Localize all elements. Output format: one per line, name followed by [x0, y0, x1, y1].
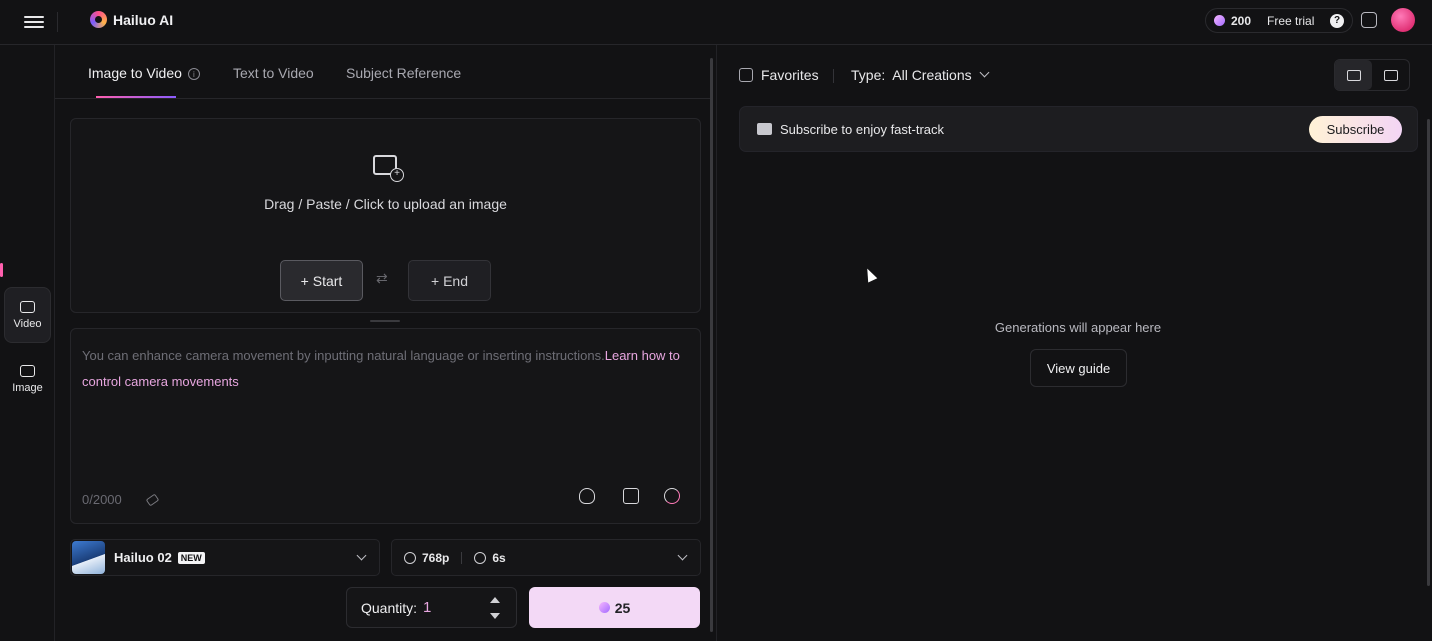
info-icon[interactable]: i	[187, 68, 200, 80]
create-panel: Image to Video i Text to Video Subject Re…	[55, 45, 713, 641]
empty-state-text: Generations will appear here	[994, 320, 1162, 335]
clock-icon	[474, 551, 487, 564]
tab-text-to-video[interactable]: Text to Video	[233, 65, 314, 81]
divider	[461, 551, 463, 564]
video-settings-selector[interactable]: 768p 6s	[391, 539, 701, 576]
view-toggle	[1334, 59, 1410, 91]
swap-icon[interactable]: ⇄	[376, 270, 388, 287]
increment-icon[interactable]	[490, 597, 500, 603]
quantity-label: Quantity:	[361, 599, 418, 616]
top-bar: Hailuo AI 200 Free trial ?	[0, 0, 1432, 45]
type-filter[interactable]: Type: All Creations	[851, 67, 990, 83]
mode-tabs: Image to Video i Text to Video Subject Re…	[55, 45, 713, 99]
camera-icon[interactable]	[623, 488, 639, 504]
tab-label: Image to Video	[88, 65, 182, 81]
generate-button[interactable]: 25	[529, 587, 700, 628]
upload-hint: Drag / Paste / Click to upload an image	[264, 196, 507, 212]
stepper-arrows[interactable]	[490, 597, 500, 619]
clear-icon[interactable]	[145, 493, 160, 507]
logo-icon	[90, 11, 107, 28]
decrement-icon[interactable]	[490, 613, 500, 619]
view-guide-button[interactable]: View guide	[1030, 349, 1127, 387]
generate-cost: 25	[614, 599, 631, 616]
new-badge: NEW	[177, 551, 205, 564]
model-name: Hailuo 02	[114, 550, 172, 565]
list-view-button[interactable]	[1335, 60, 1372, 90]
add-image-icon	[373, 155, 404, 182]
chevron-down-icon	[979, 67, 990, 77]
free-trial-link[interactable]: Free trial	[1267, 14, 1314, 28]
model-selector[interactable]: Hailuo 02 NEW	[70, 539, 380, 576]
chevron-down-icon	[677, 550, 688, 561]
side-rail: Video Image	[0, 45, 55, 641]
type-label: Type:	[851, 67, 886, 83]
image-upload-area[interactable]: Drag / Paste / Click to upload an image …	[70, 118, 701, 313]
gem-icon	[598, 602, 610, 613]
creations-panel: Favorites Type: All Creations Subscribe …	[716, 45, 1432, 641]
resolution-value: 768p	[422, 550, 450, 565]
type-value: All Creations	[892, 67, 972, 83]
rail-item-video[interactable]: Video	[4, 287, 51, 343]
help-icon[interactable]: ?	[1330, 13, 1344, 28]
menu-icon[interactable]	[24, 13, 44, 31]
char-counter: 0/2000	[82, 492, 122, 507]
rail-item-image[interactable]: Image	[4, 351, 51, 407]
rail-item-label: Image	[12, 381, 43, 394]
tab-image-to-video[interactable]: Image to Video i	[88, 65, 200, 81]
end-frame-button[interactable]: + End	[408, 260, 491, 301]
active-marker	[0, 263, 3, 277]
model-thumbnail	[72, 541, 105, 574]
scrollbar[interactable]	[1427, 119, 1430, 586]
magic-enhance-icon[interactable]	[664, 488, 680, 504]
logo-text: Hailuo AI	[113, 11, 174, 28]
active-tab-underline	[96, 96, 176, 98]
favorites-checkbox[interactable]	[739, 68, 753, 82]
favorites-label: Favorites	[761, 67, 819, 83]
divider	[57, 12, 58, 32]
bag-icon	[757, 123, 772, 135]
quantity-stepper[interactable]: Quantity: 1	[346, 587, 517, 628]
avatar[interactable]	[1391, 8, 1415, 32]
tab-subject-reference[interactable]: Subject Reference	[346, 65, 461, 81]
placeholder-text: You can enhance camera movement by input…	[82, 348, 605, 363]
chevron-down-icon	[356, 550, 367, 561]
resize-handle[interactable]	[370, 320, 400, 322]
list-view-icon	[1346, 69, 1361, 81]
gem-icon	[1214, 15, 1225, 26]
prompt-placeholder: You can enhance camera movement by input…	[82, 343, 688, 395]
image-icon	[20, 364, 35, 377]
banner-text: Subscribe to enjoy fast-track	[780, 121, 945, 137]
start-frame-button[interactable]: + Start	[280, 260, 363, 301]
panel-splitter[interactable]	[710, 58, 713, 632]
credits-pill[interactable]: 200 Free trial ?	[1205, 8, 1353, 33]
rail-item-label: Video	[13, 317, 42, 330]
resolution-icon	[404, 551, 416, 564]
credits-count: 200	[1231, 13, 1252, 28]
divider	[833, 69, 834, 83]
bulb-icon[interactable]	[579, 488, 595, 504]
duration-value: 6s	[492, 550, 506, 565]
split-view-icon	[1383, 69, 1398, 81]
subscribe-button[interactable]: Subscribe	[1309, 116, 1402, 143]
gift-icon[interactable]	[1361, 12, 1377, 28]
video-icon	[20, 300, 35, 313]
split-view-button[interactable]	[1372, 60, 1409, 90]
quantity-value: 1	[423, 599, 432, 616]
subscribe-banner: Subscribe to enjoy fast-track Subscribe	[739, 106, 1418, 152]
favorites-filter[interactable]: Favorites	[739, 67, 819, 83]
prompt-input[interactable]: You can enhance camera movement by input…	[70, 328, 701, 524]
logo[interactable]: Hailuo AI	[90, 11, 173, 28]
